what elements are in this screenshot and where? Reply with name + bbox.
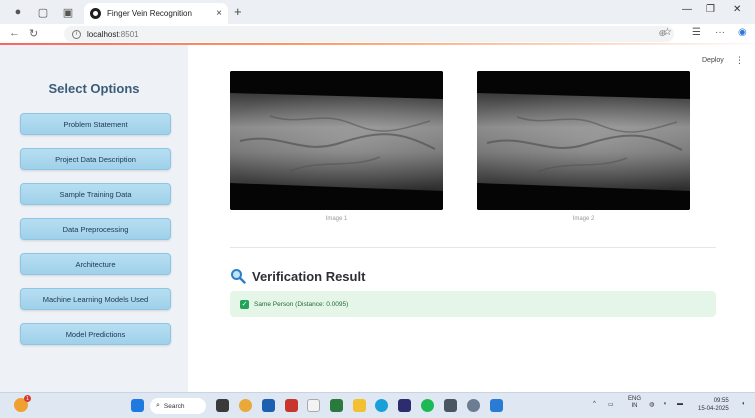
success-message: Same Person (Distance: 0.0095) (254, 300, 349, 308)
menu-button-data-preprocessing[interactable]: Data Preprocessing (20, 218, 171, 240)
image-1-caption: Image 1 (325, 216, 348, 222)
section-divider (230, 247, 716, 248)
language-indicator[interactable]: ENG IN (628, 396, 641, 410)
tab-actions-icon[interactable]: ▣ (60, 4, 76, 20)
success-alert: ✓ Same Person (Distance: 0.0095) (230, 291, 716, 317)
edge-icon[interactable] (375, 399, 388, 412)
search-icon: ⌕ (156, 402, 160, 409)
search-label: Search (163, 402, 185, 410)
new-tab-button[interactable]: + (234, 4, 242, 19)
close-tab-icon[interactable]: × (216, 8, 222, 19)
store-icon[interactable] (307, 399, 320, 412)
menu-button-problem-statement[interactable]: Problem Statement (20, 113, 171, 135)
workspaces-icon[interactable]: ▢ (35, 4, 51, 20)
finger-vein-image-1 (230, 71, 443, 210)
menu-button-ml-models-used[interactable]: Machine Learning Models Used (20, 288, 171, 310)
spotify-icon[interactable] (421, 399, 434, 412)
sidebar: Select Options Problem Statement Project… (0, 45, 188, 392)
network-icon[interactable]: ◍ (649, 401, 654, 408)
menu-button-architecture[interactable]: Architecture (20, 253, 171, 275)
main-menu-icon[interactable]: ⋮ (735, 55, 744, 66)
verification-result-title: Verification Result (252, 268, 366, 284)
check-box-icon: ✓ (240, 299, 249, 309)
more-menu-icon[interactable]: ··· (715, 27, 725, 38)
url-text: localhost:8501 (87, 29, 139, 39)
reload-icon[interactable]: ↻ (29, 27, 38, 40)
outlook-icon[interactable] (262, 399, 275, 412)
tray-device-icon[interactable]: ▭ (608, 401, 614, 408)
address-bar-row: ← ↻ i localhost:8501 ⊕ ☆ ☰ ··· ◉ (0, 24, 755, 44)
weather-badge: 1 (24, 395, 31, 402)
favorite-star-icon[interactable]: ☆ (663, 27, 672, 38)
window-close-icon[interactable]: ✕ (733, 4, 741, 15)
verification-result-heading: Verification Result (230, 267, 365, 285)
menu-button-project-data-description[interactable]: Project Data Description (20, 148, 171, 170)
menu-button-sample-training-data[interactable]: Sample Training Data (20, 183, 171, 205)
volume-icon[interactable]: ◖ (663, 401, 667, 407)
terminal-icon[interactable] (444, 399, 457, 412)
tab-title: Finger Vein Recognition (107, 9, 192, 18)
clock-date: 15-04-2025 (698, 406, 729, 412)
clock[interactable]: 09:55 15-04-2025 (698, 397, 729, 413)
vscode-icon[interactable] (490, 399, 503, 412)
weather-widget-icon[interactable]: 1 (14, 395, 31, 412)
taskbar: 1 ⌕ Search ^ ▭ ENG IN ◍ ◖ ▬ 09:55 15-04-2… (0, 392, 755, 418)
tray-chevron-icon[interactable]: ^ (593, 401, 596, 407)
sidebar-title: Select Options (48, 81, 140, 96)
magnifier-icon (231, 269, 246, 284)
site-info-icon[interactable]: i (72, 29, 81, 39)
start-icon[interactable] (131, 399, 144, 412)
profile-icon[interactable]: ● (10, 4, 26, 20)
settings-icon[interactable] (467, 399, 480, 412)
maximize-icon[interactable]: ❐ (706, 4, 715, 15)
taskbar-search[interactable]: ⌕ Search (150, 398, 206, 414)
dropbox-icon[interactable] (398, 399, 411, 412)
browser-tab-strip: ● ▢ ▣ Finger Vein Recognition × + — ❐ ✕ (0, 0, 755, 24)
menu-button-model-predictions[interactable]: Model Predictions (20, 323, 171, 345)
copilot-icon[interactable]: ◉ (738, 27, 747, 38)
minimize-icon[interactable]: — (682, 4, 692, 15)
back-icon[interactable]: ← (9, 27, 20, 39)
notification-icon[interactable]: ◐ (742, 401, 746, 407)
clock-time: 09:55 (713, 398, 729, 404)
browser-tab-active[interactable]: Finger Vein Recognition × (84, 3, 228, 24)
task-view-icon[interactable] (216, 399, 229, 412)
battery-icon[interactable]: ▬ (677, 401, 683, 407)
finger-vein-image-2 (477, 71, 690, 210)
app-green-icon[interactable] (330, 399, 343, 412)
file-explorer-icon[interactable] (353, 399, 366, 412)
streamlit-logo-icon (90, 8, 101, 19)
app-red-icon[interactable] (285, 399, 298, 412)
chrome-icon[interactable] (239, 399, 252, 412)
deploy-button[interactable]: Deploy (702, 57, 724, 64)
url-field[interactable]: i localhost:8501 ⊕ (64, 26, 674, 42)
favorites-bar-icon[interactable]: ☰ (692, 27, 701, 38)
image-2-caption: Image 2 (572, 216, 595, 222)
